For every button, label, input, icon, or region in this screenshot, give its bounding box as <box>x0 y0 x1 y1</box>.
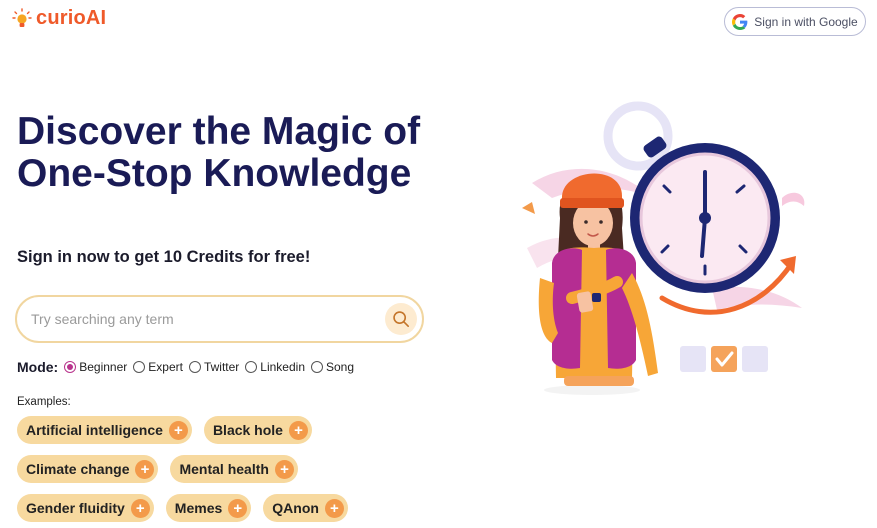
mode-option-beginner[interactable]: Beginner <box>64 360 127 374</box>
lightbulb-icon <box>12 7 32 27</box>
google-g-icon <box>732 13 748 30</box>
search-bar <box>15 295 424 343</box>
examples-row: Climate change + Mental health + <box>17 455 298 483</box>
ring-decoration <box>603 101 673 171</box>
mode-option-label: Twitter <box>203 360 240 374</box>
radio-song[interactable] <box>311 361 323 373</box>
example-chip-label: Black hole <box>212 422 283 438</box>
plus-icon: + <box>135 459 155 479</box>
mode-option-twitter[interactable]: Twitter <box>188 360 240 374</box>
plus-icon: + <box>288 420 308 440</box>
mode-option-linkedin[interactable]: Linkedin <box>245 360 305 374</box>
radio-twitter[interactable] <box>188 361 201 373</box>
checkbox-row-decoration <box>680 346 768 372</box>
mode-selector: Mode: Beginner Expert Twitter Linkedin S… <box>17 359 360 375</box>
example-chip-artificial-intelligence[interactable]: Artificial intelligence + <box>17 416 192 444</box>
radio-linkedin[interactable] <box>245 361 258 373</box>
examples-label: Examples: <box>17 396 71 408</box>
plus-icon: + <box>228 498 248 518</box>
search-icon <box>393 311 410 328</box>
example-chip-label: Climate change <box>26 461 130 477</box>
search-input[interactable] <box>29 310 385 328</box>
sign-in-google-button[interactable]: Sign in with Google <box>724 7 866 36</box>
logo[interactable]: curioAI <box>12 7 106 30</box>
mode-option-label: Song <box>326 360 355 374</box>
page-title: Discover the Magic of One-Stop Knowledge <box>17 110 421 195</box>
plus-icon: + <box>274 459 294 479</box>
mode-option-label: Beginner <box>79 360 128 374</box>
example-chip-memes[interactable]: Memes + <box>165 494 252 522</box>
mode-option-expert[interactable]: Expert <box>133 360 183 374</box>
example-chip-mental-health[interactable]: Mental health + <box>170 455 298 483</box>
radio-expert[interactable] <box>133 361 146 373</box>
example-chip-label: Memes <box>174 500 223 516</box>
radio-beginner[interactable] <box>64 361 77 373</box>
plus-icon: + <box>324 498 344 518</box>
sign-in-google-label: Sign in with Google <box>754 14 858 29</box>
mode-option-label: Expert <box>148 360 183 374</box>
plus-icon: + <box>130 498 150 518</box>
examples-row: Gender fluidity + Memes + QAnon + <box>17 494 348 522</box>
mode-option-song[interactable]: Song <box>311 360 354 374</box>
credits-subtitle: Sign in now to get 10 Credits for free! <box>17 248 311 266</box>
example-chip-black-hole[interactable]: Black hole + <box>203 416 312 444</box>
example-chip-label: Gender fluidity <box>26 500 125 516</box>
examples-row: Artificial intelligence + Black hole + <box>17 416 312 444</box>
example-chip-label: Artificial intelligence <box>26 422 163 438</box>
mode-option-label: Linkedin <box>260 360 305 374</box>
example-chip-label: QAnon <box>272 500 319 516</box>
mode-label: Mode: <box>17 359 59 375</box>
example-chip-qanon[interactable]: QAnon + <box>263 494 348 522</box>
logo-text: curioAI <box>36 7 107 29</box>
plus-icon: + <box>168 420 188 440</box>
example-chip-climate-change[interactable]: Climate change + <box>17 455 159 483</box>
example-chip-label: Mental health <box>179 461 269 477</box>
example-chip-gender-fluidity[interactable]: Gender fluidity + <box>17 494 154 522</box>
hero-illustration <box>522 101 805 395</box>
search-button[interactable] <box>385 303 417 335</box>
